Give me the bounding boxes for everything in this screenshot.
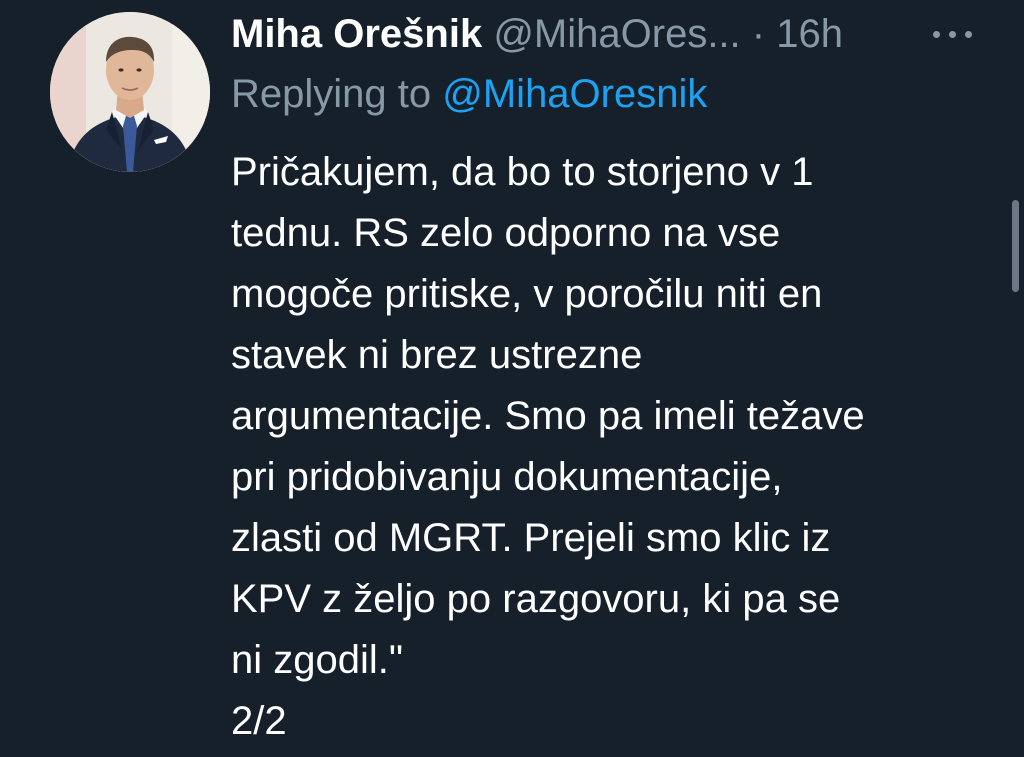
reply-context: Replying to @MihaOresnik (231, 68, 707, 120)
tweet-text: Pričakujem, da bo to storjeno v 1 tednu.… (231, 142, 971, 752)
tweet-header: Miha Orešnik @MihaOres... · 16h (231, 8, 843, 60)
tweet-text-line: 2/2 (231, 699, 287, 743)
tweet-text-line: pri pridobivanju dokumentacije, (231, 455, 783, 499)
author-name[interactable]: Miha Orešnik (231, 12, 482, 56)
separator-dot: · (751, 12, 766, 56)
tweet-text-line: zlasti od MGRT. Prejeli smo klic iz (231, 516, 831, 560)
more-horizontal-icon (949, 31, 956, 38)
tweet[interactable]: Miha Orešnik @MihaOres... · 16h Replying… (0, 0, 1024, 757)
avatar[interactable] (50, 12, 210, 172)
reply-to-link[interactable]: @MihaOresnik (442, 72, 707, 116)
tweet-text-line: tednu. RS zelo odporno na vse (231, 211, 781, 255)
timestamp[interactable]: 16h (776, 12, 843, 56)
reply-label: Replying to (231, 72, 432, 116)
tweet-text-line: ni zgodil." (231, 638, 404, 682)
tweet-text-line: Pričakujem, da bo to storjeno v 1 (231, 150, 814, 194)
tweet-text-line: mogoče pritiske, v poročilu niti en (231, 272, 823, 316)
tweet-text-line: stavek ni brez ustrezne (231, 333, 643, 377)
avatar-image (50, 12, 210, 172)
author-handle[interactable]: @MihaOres... (493, 12, 740, 56)
tweet-text-line: argumentacije. Smo pa imeli težave (231, 394, 865, 438)
more-horizontal-icon (933, 31, 940, 38)
more-options-button[interactable] (929, 16, 977, 48)
scrollbar-thumb[interactable] (1012, 200, 1019, 292)
tweet-text-line: KPV z željo po razgovoru, ki pa se (231, 577, 841, 621)
more-horizontal-icon (965, 31, 972, 38)
